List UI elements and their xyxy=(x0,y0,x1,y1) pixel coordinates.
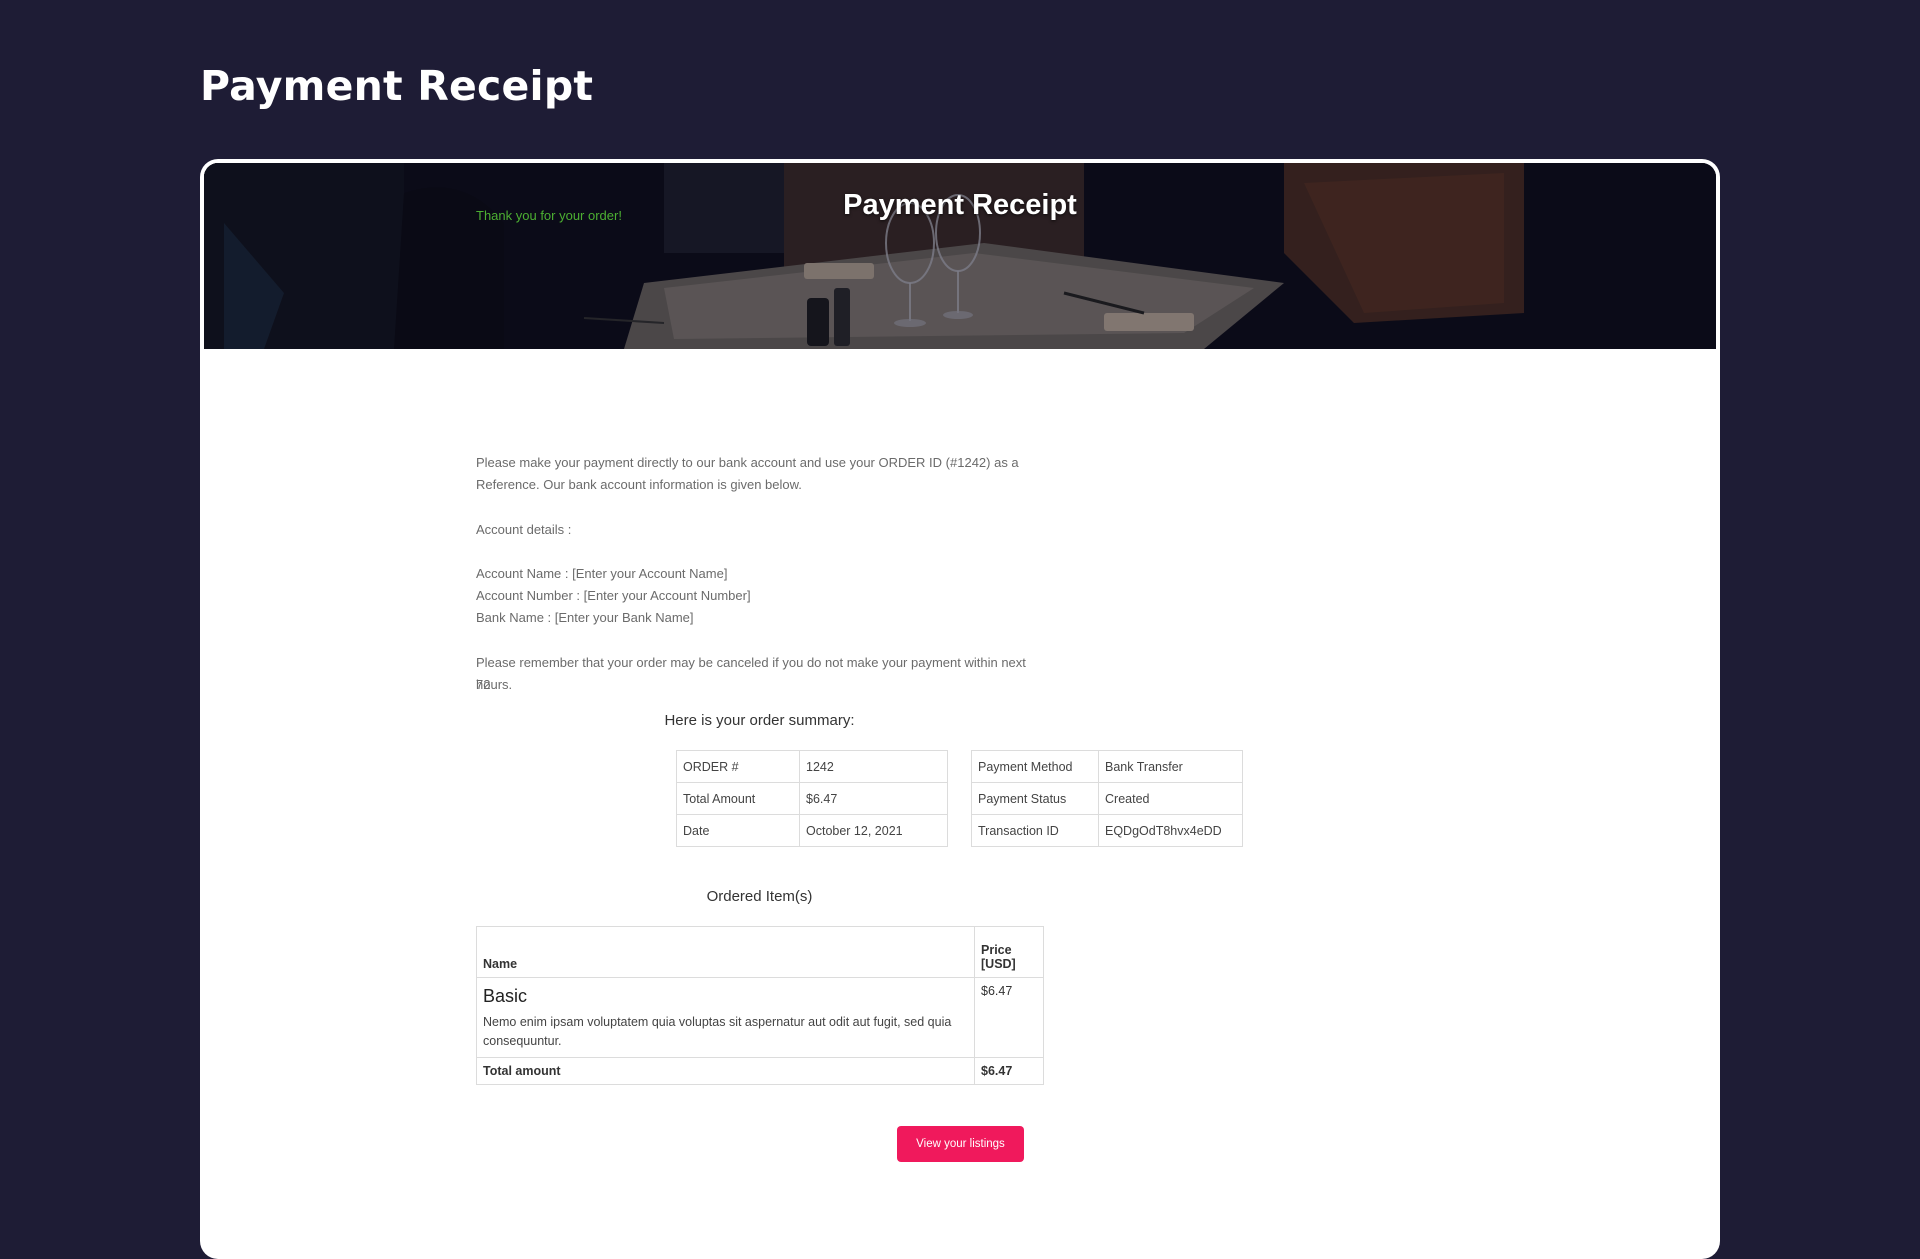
item-price: $6.47 xyxy=(974,977,1044,1058)
order-summary-heading: Here is your order summary: xyxy=(664,712,855,729)
table-row: Basic Nemo enim ipsam voluptatem quia vo… xyxy=(476,977,1044,1058)
date-label: Date xyxy=(676,814,800,847)
table-row: Total Amount $6.47 xyxy=(676,782,948,815)
payment-instructions-line-1: Please make your payment directly to our… xyxy=(476,455,1019,470)
payment-status-label: Payment Status xyxy=(971,782,1099,815)
item-description: Nemo enim ipsam voluptatem quia voluptas… xyxy=(483,1015,952,1048)
column-header-price-label: Price xyxy=(981,943,1012,957)
order-number-value: 1242 xyxy=(799,750,948,783)
table-header-row: Name Price [USD] xyxy=(476,926,1044,978)
column-header-name: Name xyxy=(476,926,975,978)
item-cell: Basic Nemo enim ipsam voluptatem quia vo… xyxy=(476,977,975,1058)
order-number-label: ORDER # xyxy=(676,750,800,783)
page-title: Payment Receipt xyxy=(200,62,594,110)
total-amount-value: $6.47 xyxy=(799,782,948,815)
table-total-row: Total amount $6.47 xyxy=(476,1057,1044,1085)
column-header-price-currency: [USD] xyxy=(981,957,1016,971)
payment-instructions-line-2: Reference. Our bank account information … xyxy=(476,477,802,492)
order-summary-table-right: Payment Method Bank Transfer Payment Sta… xyxy=(971,750,1243,847)
ordered-items-table: Name Price [USD] Basic Nemo enim ipsam v… xyxy=(476,926,1044,1085)
table-row: Payment Method Bank Transfer xyxy=(971,750,1243,783)
table-row: Date October 12, 2021 xyxy=(676,814,948,847)
reminder-line-2: hours. xyxy=(476,677,513,692)
view-listings-button[interactable]: View your listings xyxy=(897,1126,1024,1162)
table-row: Payment Status Created xyxy=(971,782,1243,815)
total-amount-row-value: $6.47 xyxy=(974,1057,1044,1085)
payment-method-value: Bank Transfer xyxy=(1098,750,1243,783)
transaction-id-value: EQDgOdT8hvx4eDD xyxy=(1098,814,1243,847)
hero-title: Payment Receipt xyxy=(843,189,1077,221)
thank-you-message: Thank you for your order! xyxy=(476,208,622,223)
hero-banner: Payment Receipt xyxy=(204,163,1716,349)
total-amount-row-label: Total amount xyxy=(476,1057,975,1085)
bank-name-line: Bank Name : [Enter your Bank Name] xyxy=(476,610,694,625)
payment-method-label: Payment Method xyxy=(971,750,1099,783)
item-name: Basic xyxy=(483,986,528,1006)
account-name-line: Account Name : [Enter your Account Name] xyxy=(476,566,728,581)
payment-status-value: Created xyxy=(1098,782,1243,815)
transaction-id-label: Transaction ID xyxy=(971,814,1099,847)
table-row: Transaction ID EQDgOdT8hvx4eDD xyxy=(971,814,1243,847)
ordered-items-heading: Ordered Item(s) xyxy=(706,888,813,905)
receipt-card: Payment Receipt xyxy=(200,159,1720,1259)
account-number-line: Account Number : [Enter your Account Num… xyxy=(476,588,751,603)
table-row: ORDER # 1242 xyxy=(676,750,948,783)
account-details-label: Account details : xyxy=(476,522,572,537)
date-value: October 12, 2021 xyxy=(799,814,948,847)
order-summary-table-left: ORDER # 1242 Total Amount $6.47 Date Oct… xyxy=(676,750,948,847)
total-amount-label: Total Amount xyxy=(676,782,800,815)
column-header-price: Price [USD] xyxy=(974,926,1044,978)
